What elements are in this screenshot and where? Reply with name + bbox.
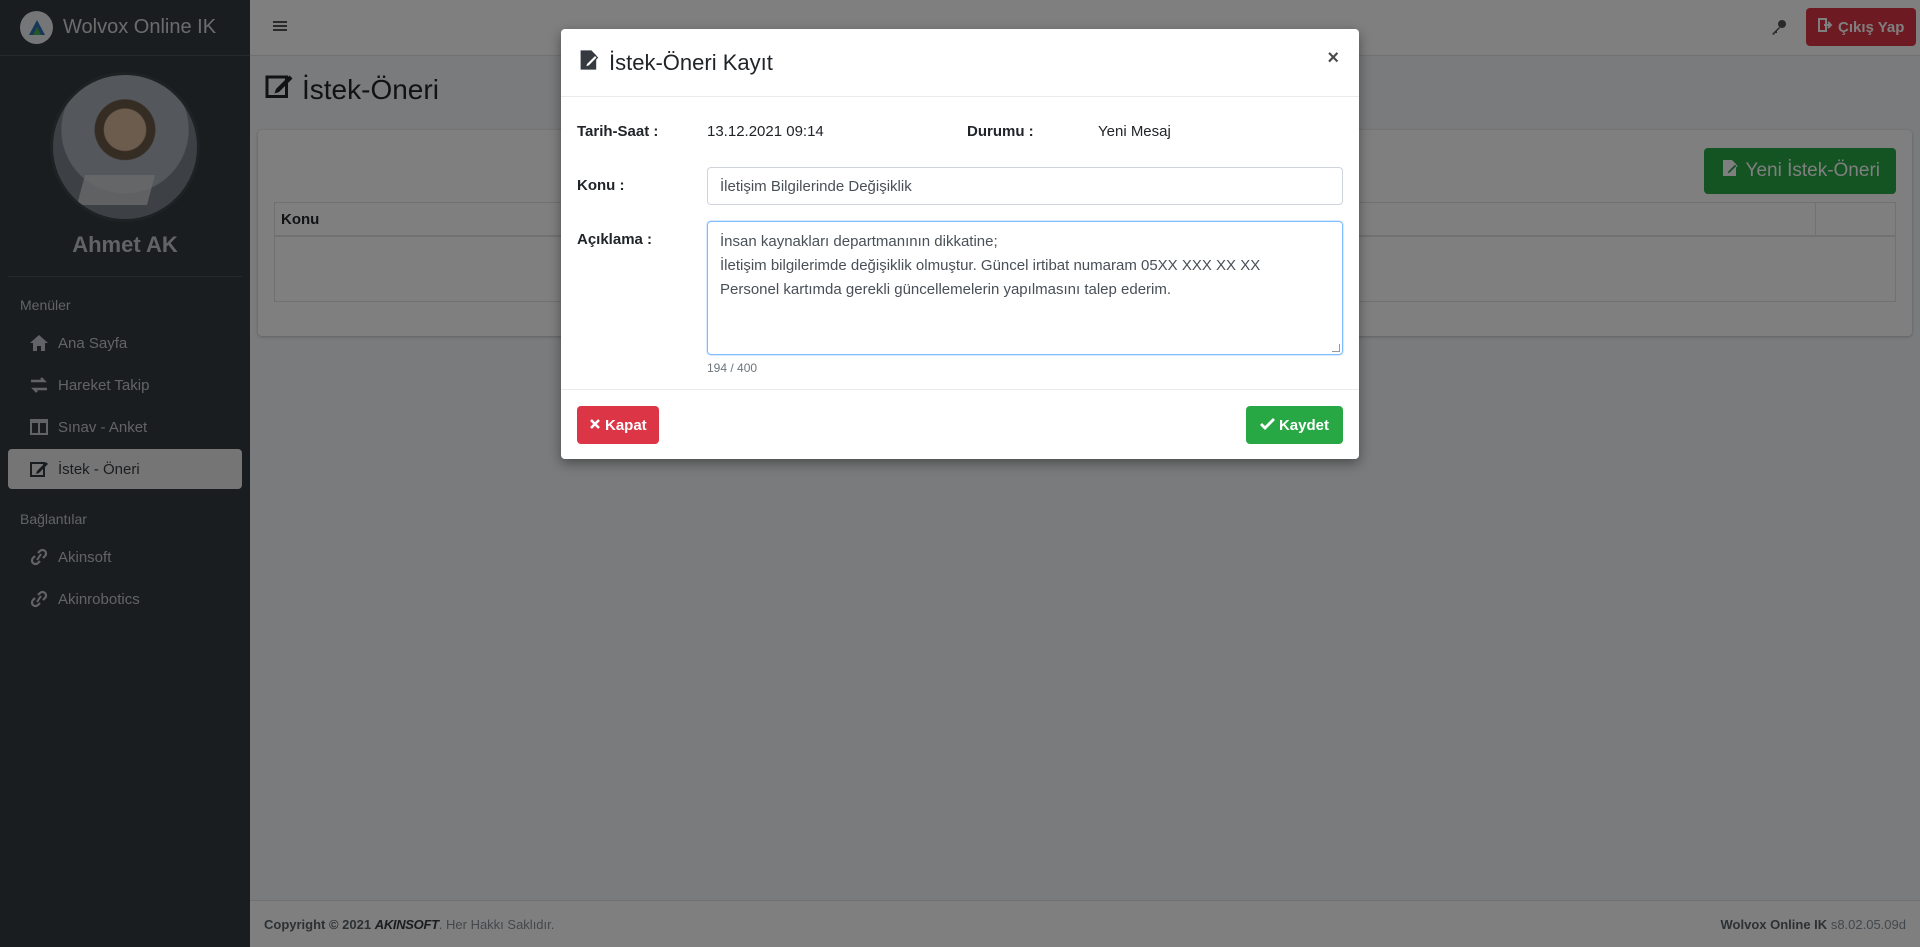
modal-close-x-button[interactable]: × <box>1327 47 1339 70</box>
date-label: Tarih-Saat : <box>577 123 659 140</box>
modal-footer: Kapat Kaydet <box>561 389 1359 459</box>
description-line: İletişim bilgilerimde değişiklik olmuştu… <box>720 257 1261 274</box>
modal-body: Tarih-Saat : 13.12.2021 09:14 Durumu : Y… <box>561 97 1359 389</box>
character-counter: 194 / 400 <box>707 361 758 375</box>
subject-input[interactable]: İletişim Bilgilerinde Değişiklik <box>707 167 1343 205</box>
times-icon <box>589 417 601 434</box>
description-label: Açıklama : <box>577 231 653 248</box>
date-value: 13.12.2021 09:14 <box>707 123 824 140</box>
save-button[interactable]: Kaydet <box>1245 406 1343 444</box>
description-textarea[interactable]: İnsan kaynakları departmanının dikkatine… <box>707 221 1343 355</box>
textarea-resize-handle[interactable] <box>1332 344 1340 352</box>
check-icon <box>1259 417 1275 434</box>
save-button-label: Kaydet <box>1278 416 1329 434</box>
request-modal: İstek-Öneri Kayıt × Tarih-Saat : 13.12.2… <box>561 29 1359 459</box>
status-value: Yeni Mesaj <box>1098 123 1171 140</box>
modal-header: İstek-Öneri Kayıt × <box>561 29 1359 97</box>
close-button-label: Kapat <box>605 416 647 434</box>
description-line: İnsan kaynakları departmanının dikkatine… <box>720 233 998 250</box>
close-button[interactable]: Kapat <box>577 406 659 444</box>
subject-label: Konu : <box>577 177 625 194</box>
modal-title-text: İstek-Öneri Kayıt <box>609 49 773 75</box>
description-line: Personel kartımda gerekli güncellemeleri… <box>720 281 1172 298</box>
modal-title: İstek-Öneri Kayıt <box>577 48 773 78</box>
edit-file-icon <box>577 48 601 78</box>
status-label: Durumu : <box>967 123 1034 140</box>
